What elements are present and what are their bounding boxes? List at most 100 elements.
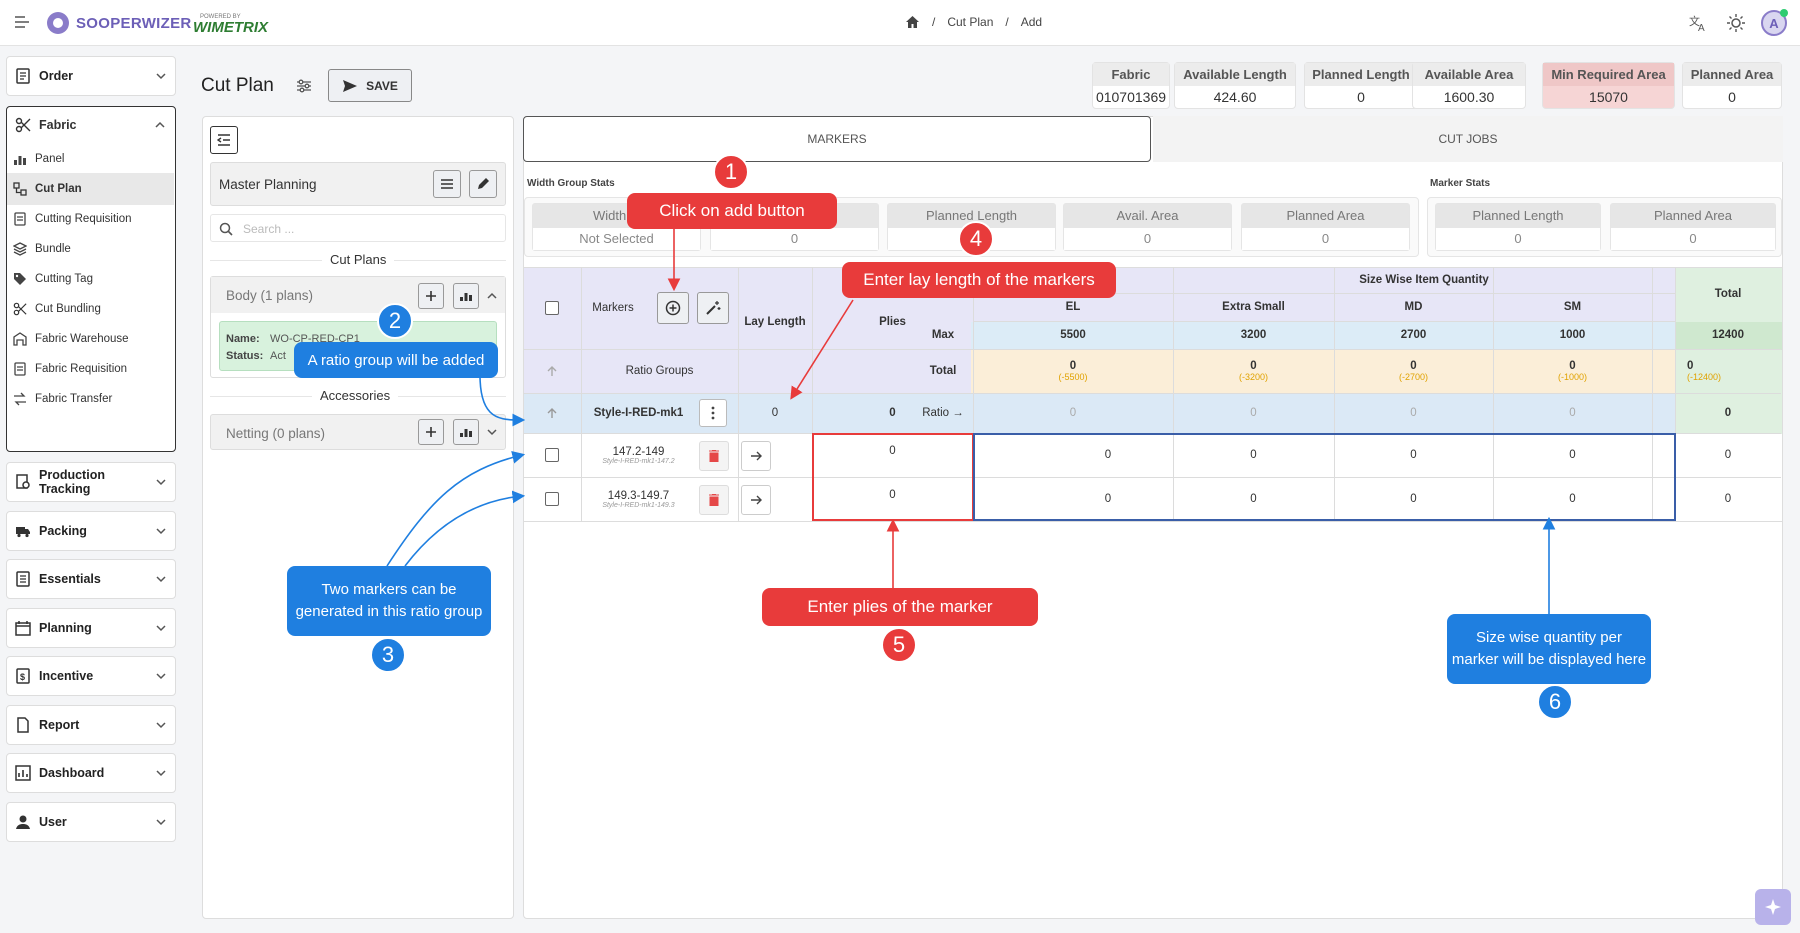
chevron-down-icon[interactable] — [486, 426, 498, 438]
sidebar-group-label: Production Tracking — [39, 468, 105, 496]
home-icon[interactable] — [905, 15, 920, 29]
annotation-text: Enter plies of the marker — [807, 597, 993, 616]
ratio-link[interactable]: Ratio → — [913, 393, 973, 433]
save-button[interactable]: SAVE — [328, 69, 412, 102]
stat-card: Planned Length 0 — [1304, 62, 1418, 109]
sidebar-group-incentive[interactable]: $ Incentive — [6, 656, 176, 696]
top-bar: SOOPERWIZER POWERED BY WIMETRIX / Cut Pl… — [0, 0, 1800, 46]
plies-highlight-box — [812, 433, 974, 521]
annotation-text: A ratio group will be added — [307, 351, 485, 369]
tab-cut-jobs[interactable]: CUT JOBS — [1153, 116, 1783, 162]
essentials-icon — [15, 571, 31, 587]
add-body-plan-button[interactable] — [418, 283, 444, 309]
ratio-group-total: 0 — [1724, 407, 1732, 419]
stat-value: 0 — [1728, 89, 1736, 105]
sidebar-item-cut-bundling[interactable]: Cut Bundling — [7, 293, 174, 325]
master-planning-edit-button[interactable] — [469, 170, 497, 198]
plan-status: Act — [270, 350, 286, 362]
markers-header: Markers — [592, 302, 634, 314]
annotation-1: Click on add button — [627, 193, 837, 229]
ratio-size-value[interactable]: 0 — [1334, 393, 1493, 433]
open-marker-button[interactable] — [741, 441, 771, 471]
sidebar-group-label: Incentive — [39, 669, 94, 683]
bundle-icon — [13, 242, 27, 256]
stat-value: 15070 — [1589, 89, 1628, 105]
breadcrumb: / Cut Plan / Add — [905, 15, 1042, 29]
annotation-3-number: 3 — [370, 637, 406, 673]
brand-logo-icon — [45, 10, 71, 36]
master-planning-row: Master Planning — [210, 162, 506, 206]
open-marker-button[interactable] — [741, 485, 771, 515]
tab-markers[interactable]: MARKERS — [523, 116, 1151, 162]
sidebar-group-order[interactable]: Order — [6, 56, 176, 96]
marker-row-checkbox[interactable] — [523, 433, 581, 477]
total-total-delta: (-12400) — [1687, 372, 1722, 382]
ratio-size-value[interactable]: 0 — [1173, 393, 1334, 433]
theme-sun-icon[interactable] — [1726, 13, 1746, 33]
sidebar-item-fabric-requisition[interactable]: Fabric Requisition — [7, 353, 174, 385]
sidebar-group-user[interactable]: User — [6, 802, 176, 842]
truck-icon — [15, 523, 31, 539]
scissors-icon — [13, 302, 27, 316]
trash-icon — [709, 494, 719, 506]
sidebar-item-fabric-transfer[interactable]: Fabric Transfer — [7, 383, 174, 415]
sidebar-item-cutting-requisition[interactable]: Cutting Requisition — [7, 203, 174, 235]
sidebar-group-production-tracking[interactable]: Production Tracking — [6, 462, 176, 502]
sidebar-item-fabric-warehouse[interactable]: Fabric Warehouse — [7, 323, 174, 355]
sidebar-item-bundle[interactable]: Bundle — [7, 233, 174, 265]
body-plan-chart-button[interactable] — [453, 283, 479, 309]
assistant-button[interactable] — [1755, 889, 1791, 925]
sidebar-group-packing[interactable]: Packing — [6, 511, 176, 551]
add-marker-button[interactable] — [657, 292, 689, 324]
sidebar-item-cutting-tag[interactable]: Cutting Tag — [7, 263, 174, 295]
plan-status-label: Status: — [226, 350, 264, 362]
report-icon — [15, 717, 31, 733]
auto-generate-button[interactable] — [697, 292, 729, 324]
menu-toggle-icon[interactable] — [14, 15, 30, 29]
annotation-text: Size wise quantity per marker will be di… — [1451, 628, 1647, 669]
sidebar-group-planning[interactable]: Planning — [6, 608, 176, 648]
annotation-number: 5 — [892, 632, 906, 657]
stat-label: Planned Length — [1305, 63, 1417, 86]
delete-marker-button[interactable] — [699, 441, 729, 471]
stat-card: Fabric 010701369 — [1092, 62, 1170, 109]
filter-settings-icon[interactable] — [296, 78, 312, 94]
width-group-stats-title: Width Group Stats — [527, 178, 615, 189]
delete-marker-button[interactable] — [699, 485, 729, 515]
sidebar-group-fabric-header[interactable]: Fabric — [7, 107, 174, 143]
select-all-checkbox[interactable] — [523, 267, 581, 349]
ratio-size-value[interactable]: 0 — [973, 393, 1173, 433]
width-group-stat-label: Planned Area — [1242, 204, 1409, 228]
chevron-up-icon[interactable] — [486, 290, 498, 302]
chevron-down-icon — [155, 476, 167, 488]
breadcrumb-separator: / — [1005, 15, 1009, 29]
sidebar-item-cut-plan[interactable]: Cut Plan — [7, 173, 174, 205]
netting-plan-chart-button[interactable] — [453, 419, 479, 445]
sidebar-group-report[interactable]: Report — [6, 705, 176, 745]
collapse-panel-button[interactable] — [210, 126, 238, 154]
translate-icon[interactable]: 文A — [1688, 13, 1708, 33]
sidebar-item-panel[interactable]: Panel — [7, 143, 174, 175]
width-group-stat-label: Avail. Area — [1064, 204, 1231, 228]
sidebar-item-label: Cut Plan — [35, 183, 82, 195]
ratio-group-lay-length[interactable]: 0 — [738, 393, 812, 433]
transfer-icon — [13, 392, 27, 406]
breadcrumb-separator: / — [932, 15, 936, 29]
partner-name: WIMETRIX — [193, 19, 268, 36]
size-qty-highlight-box — [973, 433, 1676, 521]
max-value: 1000 — [1559, 329, 1586, 341]
sidebar-group-dashboard[interactable]: Dashboard — [6, 753, 176, 793]
sidebar-group-label: Essentials — [39, 572, 101, 586]
arrow-up-icon[interactable] — [523, 393, 581, 433]
sidebar-group-essentials[interactable]: Essentials — [6, 559, 176, 599]
list-icon — [440, 178, 454, 190]
marker-row-checkbox[interactable] — [523, 477, 581, 521]
master-planning-list-button[interactable] — [433, 170, 461, 198]
stat-value: 010701369 — [1095, 89, 1167, 105]
breadcrumb-cut-plan[interactable]: Cut Plan — [947, 15, 993, 29]
add-netting-plan-button[interactable] — [418, 419, 444, 445]
ratio-size-value[interactable]: 0 — [1493, 393, 1652, 433]
ratio-group-menu-button[interactable] — [699, 399, 727, 427]
marker-total: 0 — [1724, 449, 1732, 461]
search-input[interactable]: Search ... — [210, 214, 506, 242]
